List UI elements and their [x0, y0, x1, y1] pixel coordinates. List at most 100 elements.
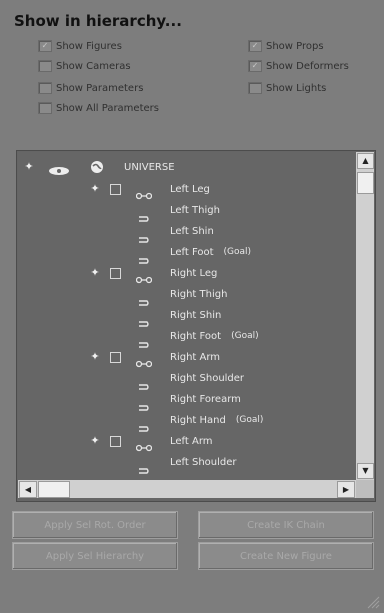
- tree-node-label: Right Hand: [170, 414, 226, 426]
- bone-icon: [138, 291, 150, 306]
- tree-node-label: Right Forearm: [170, 393, 241, 405]
- show-lights-label: Show Lights: [266, 82, 327, 94]
- scroll-right-arrow-icon[interactable]: ▶: [337, 481, 355, 498]
- tree-node-label: Right Arm: [170, 351, 221, 363]
- ik-chain-icon: [135, 437, 153, 452]
- bone-icon: [138, 459, 150, 474]
- show-deformers-checkbox[interactable]: ✓: [248, 60, 262, 72]
- show-figures-label: Show Figures: [56, 40, 122, 52]
- hierarchy-tree-view: ✦ UNIVERSE ✦ Left Leg Left Thigh Left Shin L…: [16, 150, 376, 502]
- tree-node-label-group: Right Foot (Goal): [170, 327, 259, 345]
- scroll-up-arrow-icon[interactable]: ▲: [357, 153, 374, 169]
- tree-chain-row[interactable]: ✦ Right Arm: [18, 348, 356, 368]
- bone-icon: [138, 375, 150, 390]
- tree-bone-row[interactable]: Left Shin: [18, 222, 356, 243]
- tree-node-label: Right Foot: [170, 330, 222, 342]
- hierarchy-editor-panel: Show in hierarchy... ✓ Show Figures Show…: [0, 0, 384, 612]
- show-cameras-label: Show Cameras: [56, 60, 131, 72]
- goal-tag: (Goal): [231, 331, 259, 341]
- show-cameras-checkbox[interactable]: [38, 60, 52, 72]
- tree-bone-row[interactable]: Right Thigh: [18, 285, 356, 306]
- goal-tag: (Goal): [223, 247, 252, 257]
- resize-grip-icon[interactable]: [366, 594, 380, 609]
- tree-node-label: Left Thigh: [170, 204, 220, 216]
- tree-viewport[interactable]: ✦ UNIVERSE ✦ Left Leg Left Thigh Left Shin L…: [18, 152, 356, 480]
- vertical-scroll-thumb[interactable]: [357, 172, 374, 194]
- show-parameters-label: Show Parameters: [56, 82, 144, 94]
- expand-icon[interactable]: ✦: [24, 160, 34, 173]
- scrollbar-corner: [356, 480, 374, 498]
- bone-icon: [138, 207, 150, 222]
- show-props-option[interactable]: ✓ Show Props: [248, 38, 324, 54]
- tree-root-label: UNIVERSE: [124, 161, 175, 173]
- tree-bone-row[interactable]: Right Forearm: [18, 390, 356, 411]
- scroll-down-arrow-icon[interactable]: ▼: [357, 463, 374, 479]
- show-lights-option[interactable]: Show Lights: [248, 80, 326, 96]
- show-lights-checkbox[interactable]: [248, 82, 262, 94]
- show-cameras-option[interactable]: Show Cameras: [38, 58, 131, 74]
- horizontal-scroll-thumb[interactable]: [38, 481, 70, 498]
- tree-node-label: Left Shin: [170, 225, 214, 237]
- show-figures-option[interactable]: ✓ Show Figures: [38, 38, 122, 54]
- panel-title: Show in hierarchy...: [14, 12, 182, 30]
- ik-chain-icon: [135, 185, 153, 200]
- bone-icon: [138, 417, 150, 432]
- expand-icon[interactable]: ✦: [90, 182, 100, 195]
- bone-icon: [138, 249, 150, 264]
- show-parameters-checkbox[interactable]: [38, 82, 52, 94]
- show-figures-checkbox[interactable]: ✓: [38, 40, 52, 52]
- eye-icon[interactable]: [48, 161, 70, 175]
- tree-chain-row[interactable]: ✦ Left Arm: [18, 432, 356, 452]
- tree-node-label-group: Right Hand (Goal): [170, 411, 263, 429]
- ik-chain-icon: [135, 269, 153, 284]
- visibility-checkbox[interactable]: [110, 184, 121, 195]
- tree-node-label: Left Arm: [170, 435, 213, 447]
- show-deformers-option[interactable]: ✓ Show Deformers: [248, 58, 349, 74]
- tree-chain-row[interactable]: ✦ Right Leg: [18, 264, 356, 284]
- visibility-checkbox[interactable]: [110, 268, 121, 279]
- tree-node-label: Right Shoulder: [170, 372, 245, 384]
- bone-icon: [138, 228, 150, 243]
- show-all-parameters-checkbox[interactable]: [38, 102, 52, 114]
- globe-icon: [90, 159, 104, 173]
- show-deformers-label: Show Deformers: [266, 60, 349, 72]
- apply-sel-rot-order-button[interactable]: Apply Sel Rot. Order: [12, 511, 178, 539]
- tree-node-label: Right Leg: [170, 267, 218, 279]
- show-props-checkbox[interactable]: ✓: [248, 40, 262, 52]
- horizontal-scrollbar[interactable]: ◀ ▶: [18, 480, 356, 498]
- tree-chain-row[interactable]: ✦ Left Leg: [18, 180, 356, 200]
- tree-bone-row[interactable]: Right Foot (Goal): [18, 327, 356, 348]
- vertical-scrollbar[interactable]: ▲ ▼: [356, 152, 374, 480]
- tree-node-label-group: Left Foot (Goal): [170, 243, 251, 261]
- expand-icon[interactable]: ✦: [90, 266, 100, 279]
- expand-icon[interactable]: ✦: [90, 350, 100, 363]
- goal-tag: (Goal): [235, 415, 264, 425]
- visibility-checkbox[interactable]: [110, 436, 121, 447]
- apply-sel-hierarchy-button[interactable]: Apply Sel Hierarchy: [12, 542, 178, 570]
- tree-bone-row[interactable]: Right Hand (Goal): [18, 411, 356, 432]
- tree-bone-row[interactable]: Left Shoulder: [18, 453, 356, 474]
- tree-node-label: Left Foot: [170, 246, 214, 258]
- create-ik-chain-button[interactable]: Create IK Chain: [198, 511, 374, 539]
- visibility-checkbox[interactable]: [110, 352, 121, 363]
- tree-node-label: Left Shoulder: [170, 456, 237, 468]
- tree-bone-row[interactable]: Left Foot (Goal): [18, 243, 356, 264]
- tree-bone-row[interactable]: Right Shin: [18, 306, 356, 327]
- expand-icon[interactable]: ✦: [90, 434, 100, 447]
- scroll-left-arrow-icon[interactable]: ◀: [19, 481, 37, 498]
- show-parameters-option[interactable]: Show Parameters: [38, 80, 143, 96]
- tree-root-row[interactable]: ✦ UNIVERSE: [18, 158, 356, 176]
- tree-node-label: Right Shin: [170, 309, 222, 321]
- bone-icon: [138, 333, 150, 348]
- tree-node-label: Right Thigh: [170, 288, 228, 300]
- tree-bone-row[interactable]: Left Thigh: [18, 201, 356, 222]
- tree-node-label: Left Leg: [170, 183, 210, 195]
- bone-icon: [138, 312, 150, 327]
- create-new-figure-button[interactable]: Create New Figure: [198, 542, 374, 570]
- show-props-label: Show Props: [266, 40, 324, 52]
- show-all-parameters-label: Show All Parameters: [56, 102, 159, 114]
- ik-chain-icon: [135, 353, 153, 368]
- show-all-parameters-option[interactable]: Show All Parameters: [38, 100, 159, 116]
- tree-bone-row[interactable]: Right Shoulder: [18, 369, 356, 390]
- bone-icon: [138, 396, 150, 411]
